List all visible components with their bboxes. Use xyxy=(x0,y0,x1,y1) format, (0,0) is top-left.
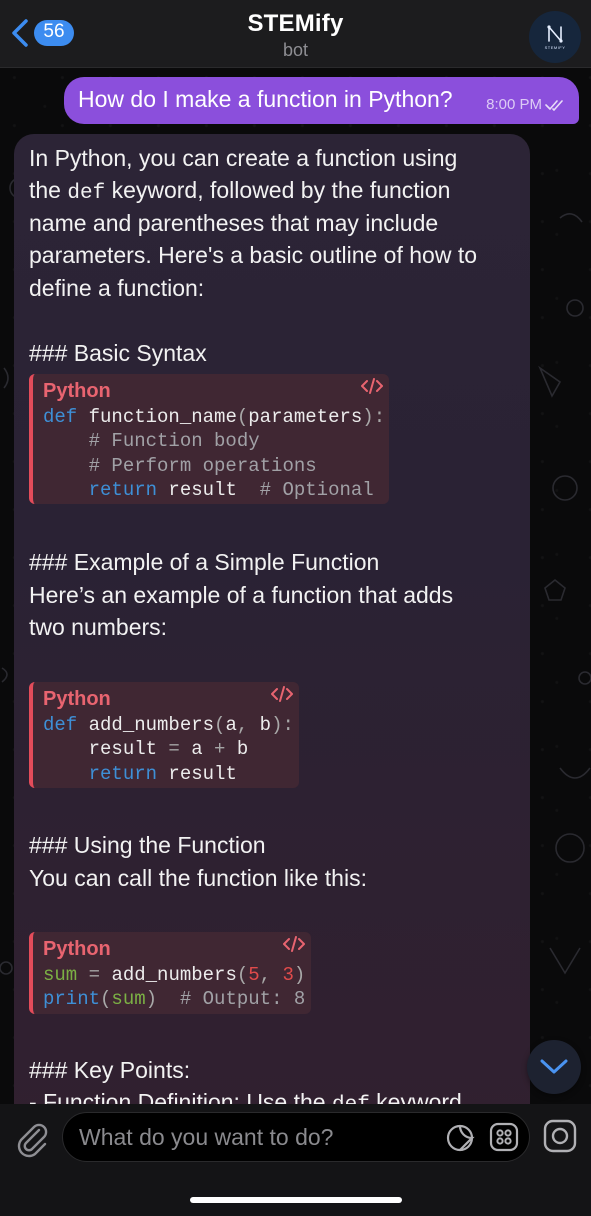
code-content: def function_name(parameters): # Functio… xyxy=(43,406,386,501)
avatar-logo-text: STEMIFY xyxy=(544,45,566,50)
chevron-down-icon xyxy=(540,1059,568,1074)
reply-intro-line-2: the def keyword, followed by the functio… xyxy=(29,177,451,205)
outgoing-message[interactable]: How do I make a function in Python? 8:00… xyxy=(64,77,579,124)
message-field[interactable] xyxy=(62,1112,530,1162)
outgoing-message-text: How do I make a function in Python? xyxy=(78,86,453,112)
code-content: def add_numbers(a, b): result = a + b re… xyxy=(43,714,294,785)
code-copy-icon[interactable] xyxy=(361,377,383,395)
avatar[interactable]: STEMIFY xyxy=(529,11,581,63)
example-text-line-2: two numbers: xyxy=(29,614,168,640)
inline-code: def xyxy=(67,182,106,205)
using-text: You can call the function like this: xyxy=(29,865,367,891)
stemify-logo-icon xyxy=(547,25,563,43)
reply-intro-line-1: In Python, you can create a function usi… xyxy=(29,145,458,171)
chat-subtitle: bot xyxy=(282,40,309,60)
scroll-to-bottom-button[interactable] xyxy=(527,1040,581,1094)
home-indicator xyxy=(190,1197,402,1203)
chat-title[interactable]: STEMify xyxy=(0,10,591,38)
code-copy-icon[interactable] xyxy=(271,685,293,703)
heading-using: ### Using the Function xyxy=(29,832,266,858)
code-language-label: Python xyxy=(43,938,111,960)
code-block-example[interactable]: Python def add_numbers(a, b): result = a… xyxy=(29,682,299,788)
apps-grid-icon[interactable] xyxy=(489,1122,519,1152)
reply-intro-line-5: define a function: xyxy=(29,275,205,301)
code-copy-icon[interactable] xyxy=(283,935,305,953)
message-time: 8:00 PM xyxy=(486,96,542,113)
code-block-usage[interactable]: Python sum = add_numbers(5, 3) print(sum… xyxy=(29,932,311,1014)
heading-key-points: ### Key Points: xyxy=(29,1057,191,1083)
chat-area[interactable]: How do I make a function in Python? 8:00… xyxy=(0,68,591,1104)
bot-reply-message[interactable]: In Python, you can create a function usi… xyxy=(14,134,530,1104)
heading-basic-syntax: ### Basic Syntax xyxy=(29,340,207,366)
message-input[interactable] xyxy=(79,1113,439,1161)
reply-intro-line-4: parameters. Here's a basic outline of ho… xyxy=(29,242,478,268)
key-point-line: - Function Definition: Use the def keywo… xyxy=(29,1089,462,1104)
reply-intro-line-3: name and parentheses that may include xyxy=(29,210,439,236)
code-language-label: Python xyxy=(43,380,111,402)
message-input-bar xyxy=(0,1104,591,1216)
code-language-label: Python xyxy=(43,688,111,710)
double-check-icon xyxy=(545,99,563,111)
example-text-line-1: Here’s an example of a function that add… xyxy=(29,582,454,608)
code-content: sum = add_numbers(5, 3) print(sum) # Out… xyxy=(43,964,306,1011)
heading-example: ### Example of a Simple Function xyxy=(29,549,380,575)
message-meta: 8:00 PM xyxy=(486,96,567,113)
code-block-syntax[interactable]: Python def function_name(parameters): # … xyxy=(29,374,389,504)
sticker-icon[interactable] xyxy=(445,1123,475,1153)
paperclip-icon[interactable] xyxy=(12,1118,52,1158)
chat-header: 56 STEMify bot STEMIFY xyxy=(0,0,591,68)
camera-icon[interactable] xyxy=(542,1118,578,1154)
